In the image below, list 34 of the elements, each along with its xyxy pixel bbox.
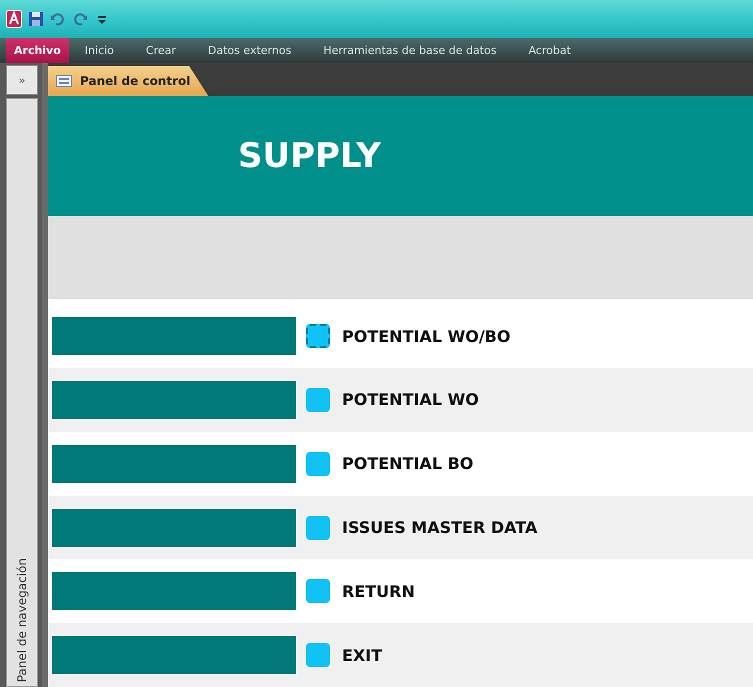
form-title: SUPPLY [238, 136, 381, 176]
menu-bar[interactable] [52, 444, 296, 483]
ribbon-tab[interactable]: Crear [130, 38, 192, 63]
undo-icon[interactable] [50, 11, 66, 27]
menu-option-label: EXIT [342, 646, 382, 665]
menu-option-button[interactable] [306, 579, 330, 604]
menu-option-label: ISSUES MASTER DATA [342, 518, 538, 538]
menu-option-label: POTENTIAL BO [342, 454, 474, 474]
ribbon-tab[interactable]: Inicio [68, 38, 130, 63]
menu-bar[interactable] [52, 572, 296, 610]
ribbon-tab[interactable]: Acrobat [512, 38, 587, 63]
expand-button[interactable]: » [6, 65, 38, 95]
ribbon-tab[interactable]: Archivo [6, 38, 69, 63]
menu-option-button[interactable] [306, 516, 330, 540]
app-icon [6, 10, 22, 28]
menu-option-label: POTENTIAL WO [342, 390, 479, 410]
form-icon [56, 75, 72, 87]
menu-bar[interactable] [52, 636, 296, 674]
menu-option-button[interactable] [306, 324, 330, 348]
menu-option-button[interactable] [306, 452, 330, 476]
menu-bar[interactable] [52, 380, 296, 419]
redo-icon[interactable] [72, 11, 88, 27]
document-tab[interactable]: Panel de control [48, 66, 208, 96]
save-icon[interactable] [28, 11, 44, 27]
menu-bar[interactable] [52, 508, 296, 547]
menu-option-button[interactable] [306, 643, 330, 668]
menu-option-label: RETURN [342, 582, 415, 601]
menu-bar[interactable] [52, 317, 296, 356]
menu-option-label: POTENTIAL WO/BO [342, 326, 510, 346]
navigation-pane-label: Panel de navegación [15, 558, 29, 682]
ribbon-tab[interactable]: Herramientas de base de datos [307, 38, 512, 63]
navigation-pane[interactable]: Panel de navegación [6, 98, 38, 687]
menu-option-button[interactable] [306, 388, 330, 412]
ribbon-tab[interactable]: Datos externos [192, 38, 308, 63]
